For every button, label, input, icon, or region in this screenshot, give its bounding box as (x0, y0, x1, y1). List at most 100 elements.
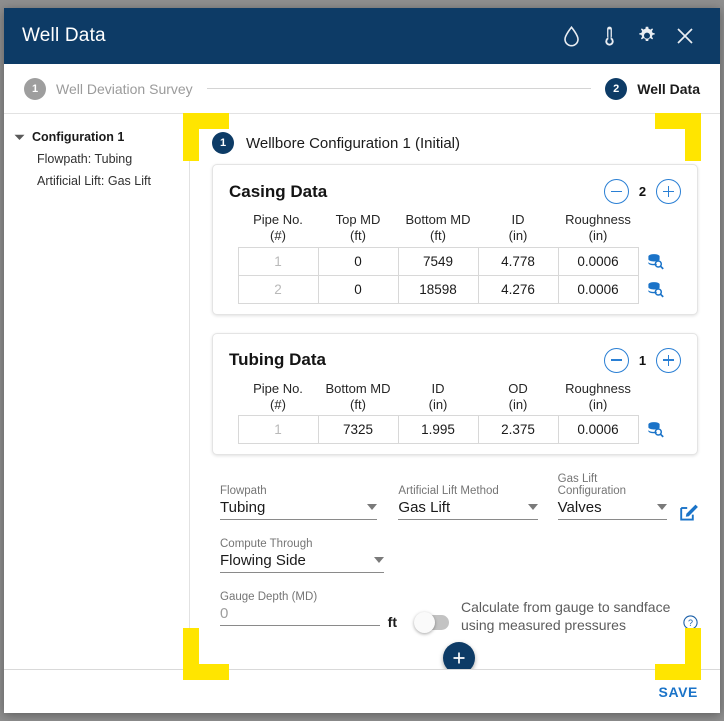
step-2-label: Well Data (637, 80, 700, 97)
tubing-row-1-od[interactable]: 2.375 (477, 415, 559, 444)
casing-row-2-roughness[interactable]: 0.0006 (557, 274, 639, 304)
casing-col-top-md-unit: (ft) (350, 228, 366, 244)
casing-row-2-top-md[interactable]: 0 (317, 274, 399, 304)
tubing-data-card: Tubing Data 1 Pipe No. (#) Bottom MD (ft… (212, 332, 698, 455)
flowpath-label: Flowpath (220, 485, 267, 497)
casing-col-id: ID (in) (478, 210, 558, 247)
sidebar-item-configuration-1[interactable]: Configuration 1 (4, 126, 189, 148)
casing-row-2-id[interactable]: 4.276 (477, 274, 559, 304)
tubing-col-pipe-no-unit: (#) (270, 396, 286, 412)
tubing-col-pipe-no: Pipe No. (#) (238, 379, 318, 416)
gauge-depth-field[interactable]: Gauge Depth (MD) 0 (220, 591, 380, 630)
casing-row-1-bottom-md[interactable]: 7549 (397, 246, 479, 276)
flowpath-value: Tubing (220, 499, 266, 516)
sidebar-item-flowpath[interactable]: Flowpath: Tubing (4, 148, 189, 170)
step-1-label: Well Deviation Survey (56, 80, 193, 97)
compute-through-select[interactable]: Flowing Side (220, 552, 384, 573)
artificial-lift-method-field[interactable]: Artificial Lift Method Gas Lift (398, 485, 539, 524)
casing-col-top-md: Top MD (ft) (318, 210, 398, 247)
casing-increment-button[interactable] (656, 179, 681, 204)
tubing-data-table: Pipe No. (#) Bottom MD (ft) ID (in) OD (… (237, 379, 673, 444)
table-row[interactable]: 1 7325 1.995 2.375 0.0006 (237, 415, 672, 444)
gauge-depth-input[interactable]: 0 (220, 605, 380, 622)
calculate-from-gauge-toggle[interactable] (414, 612, 449, 633)
gauge-depth-label: Gauge Depth (MD) (220, 591, 318, 603)
edit-square-icon[interactable] (679, 503, 698, 522)
well-data-dialog: Well Data 1 Well Deviation Survey 2 Well… (4, 8, 720, 713)
gas-lift-configuration-field[interactable]: Gas Lift Configuration Valves (557, 473, 668, 524)
minus-icon (611, 190, 622, 193)
chevron-down-icon[interactable] (374, 556, 384, 563)
compute-through-value: Flowing Side (220, 552, 306, 569)
database-search-icon[interactable] (639, 281, 673, 298)
gauge-depth-input-wrap[interactable]: 0 (220, 605, 380, 626)
thermometer-icon[interactable] (590, 17, 628, 55)
table-row[interactable]: 1 0 7549 4.778 0.0006 (237, 246, 672, 276)
chevron-down-icon[interactable] (657, 503, 668, 510)
tubing-col-roughness-unit: (in) (588, 396, 608, 412)
artificial-lift-method-value: Gas Lift (398, 499, 451, 516)
close-icon[interactable] (666, 17, 704, 55)
sidebar-item-artificial-lift[interactable]: Artificial Lift: Gas Lift (4, 170, 189, 192)
database-search-icon[interactable] (639, 253, 672, 270)
casing-decrement-button[interactable] (604, 179, 629, 204)
tubing-col-actions (638, 379, 672, 416)
main-content-scroll[interactable]: 1 Wellbore Configuration 1 (Initial) Cas… (190, 114, 720, 669)
step-well-deviation-survey[interactable]: 1 Well Deviation Survey (24, 77, 193, 100)
casing-row-1-actions (638, 247, 672, 275)
step-2-number: 2 (605, 77, 628, 100)
flowpath-select[interactable]: Tubing (220, 499, 378, 520)
casing-col-bottom-md-name: Bottom MD (405, 212, 471, 227)
casing-col-id-name: ID (511, 212, 525, 227)
flowpath-field[interactable]: Flowpath Tubing (220, 485, 378, 524)
chevron-down-icon[interactable] (367, 503, 378, 510)
tubing-row-1-id[interactable]: 1.995 (397, 415, 479, 444)
wizard-stepper: 1 Well Deviation Survey 2 Well Data (4, 64, 720, 114)
add-configuration-button[interactable] (443, 642, 475, 669)
water-drop-icon[interactable] (552, 17, 590, 55)
compute-through-field[interactable]: Compute Through Flowing Side (220, 538, 384, 577)
tubing-decrement-button[interactable] (604, 347, 629, 373)
casing-col-bottom-md-unit: (ft) (430, 228, 446, 244)
gas-lift-configuration-select[interactable]: Valves (557, 499, 668, 520)
casing-data-table: Pipe No. (#) Top MD (ft) Bottom MD (ft) … (237, 210, 673, 304)
gear-icon[interactable] (628, 17, 666, 55)
tubing-col-id-unit: (in) (428, 396, 448, 412)
tubing-col-id: ID (in) (398, 379, 478, 416)
sidebar-configuration-label: Configuration 1 (32, 130, 125, 144)
gas-lift-configuration-value: Valves (557, 499, 602, 516)
table-row[interactable]: 2 0 18598 4.276 0.0006 (237, 274, 673, 304)
tubing-increment-button[interactable] (656, 347, 681, 373)
casing-row-1-id[interactable]: 4.778 (477, 246, 559, 276)
casing-col-roughness-name: Roughness (565, 212, 631, 227)
main-content: 1 Wellbore Configuration 1 (Initial) Cas… (190, 114, 720, 669)
configuration-form: Flowpath Tubing Artificial Lift Method G… (204, 473, 706, 669)
configuration-sidebar: Configuration 1 Flowpath: Tubing Artific… (4, 114, 190, 669)
tubing-col-od: OD (in) (478, 379, 558, 416)
save-button[interactable]: SAVE (659, 684, 699, 700)
casing-row-1-roughness[interactable]: 0.0006 (557, 246, 639, 276)
casing-row-1-pipe-no: 1 (237, 246, 319, 276)
dialog-body: Configuration 1 Flowpath: Tubing Artific… (4, 114, 720, 669)
tubing-table-header-row: Pipe No. (#) Bottom MD (ft) ID (in) OD (… (238, 379, 672, 416)
tubing-row-1-roughness[interactable]: 0.0006 (557, 415, 639, 444)
artificial-lift-method-select[interactable]: Gas Lift (398, 499, 539, 520)
wellbore-config-title: Wellbore Configuration 1 (Initial) (246, 134, 460, 152)
casing-col-pipe-no-unit: (#) (270, 228, 286, 244)
casing-row-2-bottom-md[interactable]: 18598 (397, 274, 479, 304)
tubing-row-1-actions (638, 416, 672, 444)
chevron-down-icon[interactable] (528, 503, 539, 510)
step-well-data[interactable]: 2 Well Data (605, 77, 700, 100)
casing-table-header-row: Pipe No. (#) Top MD (ft) Bottom MD (ft) … (238, 210, 672, 247)
screen-root: Well Data 1 Well Deviation Survey 2 Well… (0, 0, 724, 721)
help-circle-icon[interactable]: ? (683, 615, 698, 630)
casing-row-1-top-md[interactable]: 0 (317, 246, 399, 276)
casing-col-actions (638, 210, 672, 247)
step-1-number: 1 (24, 77, 46, 100)
database-search-icon[interactable] (639, 421, 673, 438)
calculate-from-gauge-label: Calculate from gauge to sandface using m… (461, 599, 671, 633)
toggle-knob (414, 612, 435, 633)
form-row-2: Compute Through Flowing Side (220, 538, 698, 591)
tubing-row-1-bottom-md[interactable]: 7325 (317, 415, 399, 444)
chevron-down-icon[interactable] (12, 134, 26, 141)
